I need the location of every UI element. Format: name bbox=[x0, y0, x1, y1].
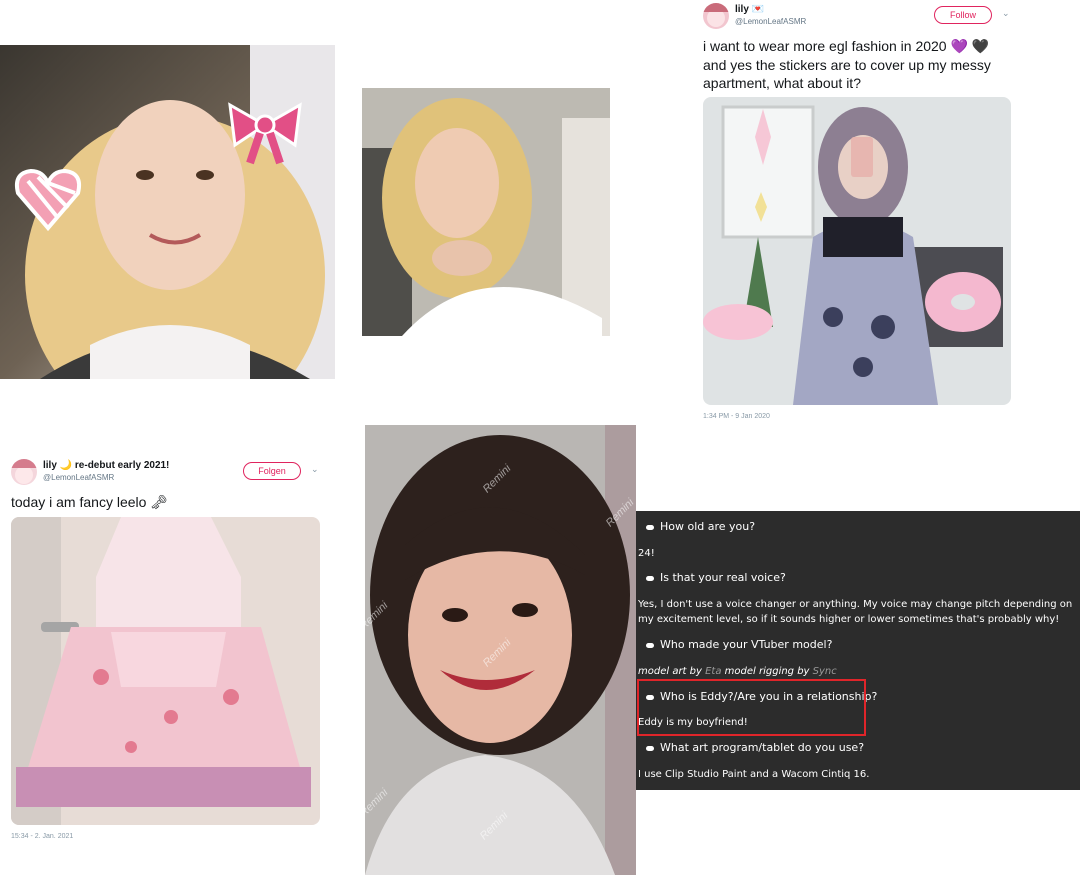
faq-question: Who made your VTuber model? bbox=[646, 638, 832, 651]
follow-button[interactable]: Follow bbox=[934, 6, 992, 24]
cloud-icon bbox=[646, 575, 654, 581]
photo-selfie-stickers bbox=[0, 45, 335, 379]
faq-answer: 24! bbox=[638, 548, 655, 559]
chevron-down-icon[interactable]: ⌄ bbox=[311, 464, 319, 475]
faq-question: Is that your real voice? bbox=[646, 571, 786, 584]
tweet-timestamp[interactable]: 15:34 - 2. Jan. 2021 bbox=[11, 833, 73, 840]
tweet-author-name[interactable]: lily bbox=[735, 4, 749, 15]
rigger-link[interactable]: Sync bbox=[813, 666, 837, 677]
tweet-timestamp[interactable]: 1:34 PM - 9 Jan 2020 bbox=[703, 413, 770, 420]
cloud-icon bbox=[646, 745, 654, 751]
name-emoji: 💌 bbox=[751, 4, 765, 15]
cloud-icon bbox=[646, 524, 654, 530]
tweet-author-name[interactable]: lily 🌙 re-debut early 2021! bbox=[43, 460, 169, 471]
tweet-author-handle[interactable]: @LemonLeafASMR bbox=[735, 17, 806, 26]
faq-panel: How old are you? 24! Is that your real v… bbox=[636, 511, 1080, 790]
tweet-text: i want to wear more egl fashion in 2020 … bbox=[703, 38, 991, 91]
follow-button[interactable]: Folgen bbox=[243, 462, 301, 480]
faq-question: How old are you? bbox=[646, 520, 755, 533]
heart-sticker-icon bbox=[14, 168, 82, 232]
tweet-photo-mirror-selfie[interactable] bbox=[703, 97, 1011, 405]
faq-answer: I use Clip Studio Paint and a Wacom Cint… bbox=[638, 769, 870, 780]
photo-blonde-portrait bbox=[362, 88, 610, 336]
bow-sticker-icon bbox=[228, 102, 302, 165]
artist-link[interactable]: Eta bbox=[705, 666, 721, 677]
chevron-down-icon[interactable]: ⌄ bbox=[1002, 8, 1010, 19]
highlight-box bbox=[637, 679, 866, 736]
faq-answer: model art by Eta model rigging by Sync bbox=[638, 666, 837, 677]
photo-brunette-portrait: Remini Remini Remini Remini Remini Remin… bbox=[335, 425, 636, 875]
cloud-icon bbox=[646, 642, 654, 648]
avatar[interactable] bbox=[11, 459, 37, 485]
faq-question: What art program/tablet do you use? bbox=[646, 741, 864, 754]
tweet-text: today i am fancy leelo 🗝 bbox=[11, 494, 169, 510]
tweet-photo-pink-dress[interactable] bbox=[11, 517, 320, 825]
avatar[interactable] bbox=[703, 3, 729, 29]
tweet-author-handle[interactable]: @LemonLeafASMR bbox=[43, 473, 114, 482]
faq-answer: Yes, I don't use a voice changer or anyt… bbox=[638, 599, 1073, 625]
